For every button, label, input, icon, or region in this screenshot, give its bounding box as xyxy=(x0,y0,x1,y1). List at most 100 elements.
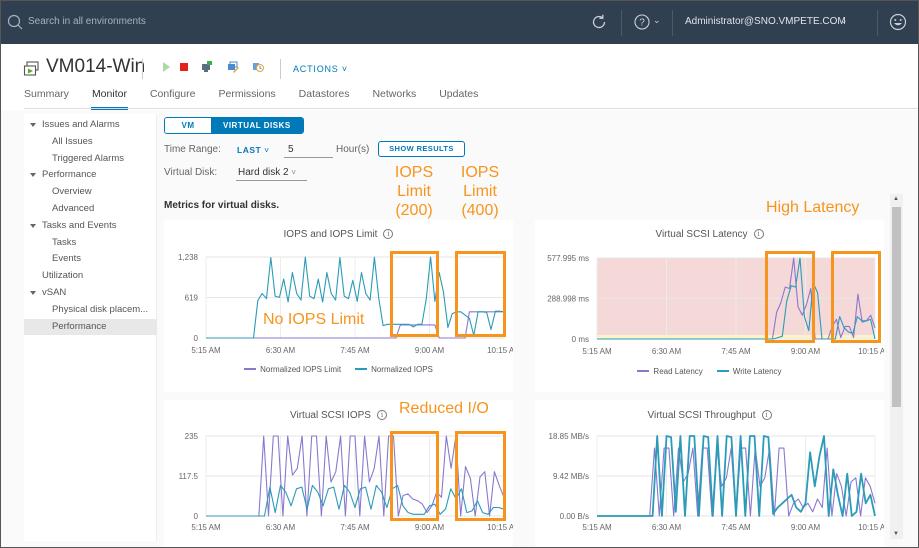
tab-networks[interactable]: Networks xyxy=(372,88,416,108)
y-tick-label: 0 ms xyxy=(572,335,589,344)
sidebar-item-vsan[interactable]: vSAN xyxy=(24,285,157,301)
scrollbar[interactable]: ▲ ▼ xyxy=(890,194,903,539)
vm-icon xyxy=(23,61,39,76)
sidebar-item-issues-and-alarms[interactable]: Issues and Alarms xyxy=(24,117,157,133)
x-tick-label: 5:15 AM xyxy=(191,346,221,355)
x-tick-label: 6:30 AM xyxy=(266,523,296,532)
search-icon[interactable] xyxy=(7,14,23,30)
tab-bar: Summary Monitor Configure Permissions Datast… xyxy=(24,88,501,110)
annotation-limit-200: IOPS Limit (200) xyxy=(394,164,434,219)
divider xyxy=(24,108,918,109)
x-tick-label: 10:15 AM xyxy=(858,347,884,356)
chevron-down-icon[interactable]: ⌄ xyxy=(840,15,848,26)
legend-entry[interactable]: Write Latency xyxy=(716,367,782,376)
legend-entry[interactable]: Normalized IOPS xyxy=(355,365,433,374)
highlight-box xyxy=(765,251,815,343)
sidebar-item-events[interactable]: Events xyxy=(24,251,157,267)
legend-entry[interactable]: Normalized IOPS Limit xyxy=(244,365,341,374)
x-tick-label: 10:15 AM xyxy=(487,523,513,532)
x-tick-label: 7:45 AM xyxy=(340,523,370,532)
sidebar-item-overview[interactable]: Overview xyxy=(24,184,157,200)
sidebar-item-performance[interactable]: Performance xyxy=(24,167,157,183)
sidebar-item-label: Tasks and Events xyxy=(42,219,117,231)
time-range-select[interactable]: LAST ˅ xyxy=(237,145,270,155)
y-tick-label: 18.85 MB/s xyxy=(549,432,589,441)
y-tick-label: 0.00 B/s xyxy=(560,512,589,521)
show-results-button[interactable]: SHOW RESULTS xyxy=(378,141,465,157)
legend-label: Normalized IOPS Limit xyxy=(260,365,342,374)
sidebar-item-performance[interactable]: Performance xyxy=(24,318,157,335)
y-tick-label: 619 xyxy=(185,294,199,303)
smiley-icon[interactable] xyxy=(889,13,907,31)
y-tick-label: 288.998 ms xyxy=(547,295,589,304)
annotation-reduced-io: Reduced I/O xyxy=(399,400,489,417)
virtual-disk-select[interactable]: Hard disk 2 ˅ xyxy=(236,164,307,181)
edit-settings-icon[interactable] xyxy=(227,61,239,73)
y-tick-label: 0 xyxy=(194,334,199,343)
highlight-box xyxy=(390,251,439,337)
sidebar-item-label: Utilization xyxy=(42,270,84,282)
legend-swatch xyxy=(355,368,368,370)
actions-menu-button[interactable]: ACTIONS ˅ xyxy=(293,64,348,74)
user-menu[interactable]: Administrator@SNO.VMPETE.COM xyxy=(685,16,846,27)
help-icon[interactable]: ? xyxy=(634,14,650,30)
caret-down-icon[interactable] xyxy=(30,291,36,295)
tab-configure[interactable]: Configure xyxy=(150,88,196,108)
scroll-thumb[interactable] xyxy=(892,207,901,407)
sidebar-item-label: All Issues xyxy=(52,135,93,147)
sidebar-item-advanced[interactable]: Advanced xyxy=(24,201,157,217)
toggle-virtual-disks[interactable]: VIRTUAL DISKS xyxy=(211,118,303,133)
sidebar-item-label: Advanced xyxy=(52,203,95,214)
tab-datastores[interactable]: Datastores xyxy=(299,88,350,108)
power-on-icon[interactable] xyxy=(160,61,172,73)
virtual-disk-label: Virtual Disk: xyxy=(164,167,218,178)
legend-label: Normalized IOPS xyxy=(371,365,433,374)
sidebar-item-utilization[interactable]: Utilization xyxy=(24,268,157,284)
hours-input[interactable] xyxy=(284,141,333,158)
chevron-down-icon[interactable]: ⌄ xyxy=(653,15,661,26)
caret-down-icon[interactable] xyxy=(30,123,36,127)
search-input[interactable]: Search in all environments xyxy=(28,16,146,27)
y-tick-label: 235 xyxy=(185,432,199,441)
metrics-title: Metrics for virtual disks. xyxy=(164,200,280,211)
tab-permissions[interactable]: Permissions xyxy=(218,88,275,108)
last-label: LAST xyxy=(237,145,262,155)
scroll-up-icon[interactable]: ▲ xyxy=(893,196,899,202)
monitor-sidebar: Issues and Alarms All Issues Triggered Ala… xyxy=(24,114,157,541)
sidebar-item-tasks-and-events[interactable]: Tasks and Events xyxy=(24,218,157,234)
refresh-icon[interactable] xyxy=(590,13,608,31)
svg-text:?: ? xyxy=(639,18,645,29)
sidebar-item-label: Performance xyxy=(42,169,97,181)
page-title: VM014-Win xyxy=(46,56,146,77)
top-bar: Search in all environments ? ⌄ Administr… xyxy=(1,1,918,44)
toggle-vm[interactable]: VM xyxy=(165,118,211,133)
hours-label: Hour(s) xyxy=(336,144,370,155)
tab-summary[interactable]: Summary xyxy=(24,88,69,108)
sidebar-item-triggered-alarms[interactable]: Triggered Alarms xyxy=(24,151,157,167)
scroll-down-icon[interactable]: ▼ xyxy=(893,531,899,537)
sidebar-item-physical-disk-placem[interactable]: Physical disk placem... xyxy=(24,302,157,318)
x-tick-label: 9:00 AM xyxy=(415,523,445,532)
y-tick-label: 9.42 MB/s xyxy=(553,472,589,481)
caret-down-icon[interactable] xyxy=(30,173,36,178)
snapshot-icon[interactable] xyxy=(252,61,264,73)
vsphere-window: Search in all environments ? ⌄ Administr… xyxy=(1,1,918,547)
x-tick-label: 6:30 AM xyxy=(266,346,296,355)
power-off-icon[interactable] xyxy=(178,61,190,73)
x-tick-label: 7:45 AM xyxy=(721,347,751,356)
chart-legend: Read Latency Write Latency xyxy=(535,367,884,376)
divider xyxy=(280,59,281,79)
caret-down-icon[interactable] xyxy=(30,223,36,228)
legend-label: Read Latency xyxy=(653,367,703,376)
console-icon[interactable] xyxy=(201,61,213,73)
tab-updates[interactable]: Updates xyxy=(439,88,478,108)
highlight-box xyxy=(455,251,506,337)
sidebar-item-tasks[interactable]: Tasks xyxy=(24,235,157,251)
tab-monitor[interactable]: Monitor xyxy=(90,88,128,110)
legend-swatch xyxy=(716,370,729,372)
x-tick-label: 10:15 AM xyxy=(858,523,884,532)
x-tick-label: 10:15 AM xyxy=(487,346,513,355)
legend-entry[interactable]: Read Latency xyxy=(637,367,703,376)
sidebar-item-all-issues[interactable]: All Issues xyxy=(24,134,157,150)
sidebar-item-label: Overview xyxy=(52,186,92,198)
